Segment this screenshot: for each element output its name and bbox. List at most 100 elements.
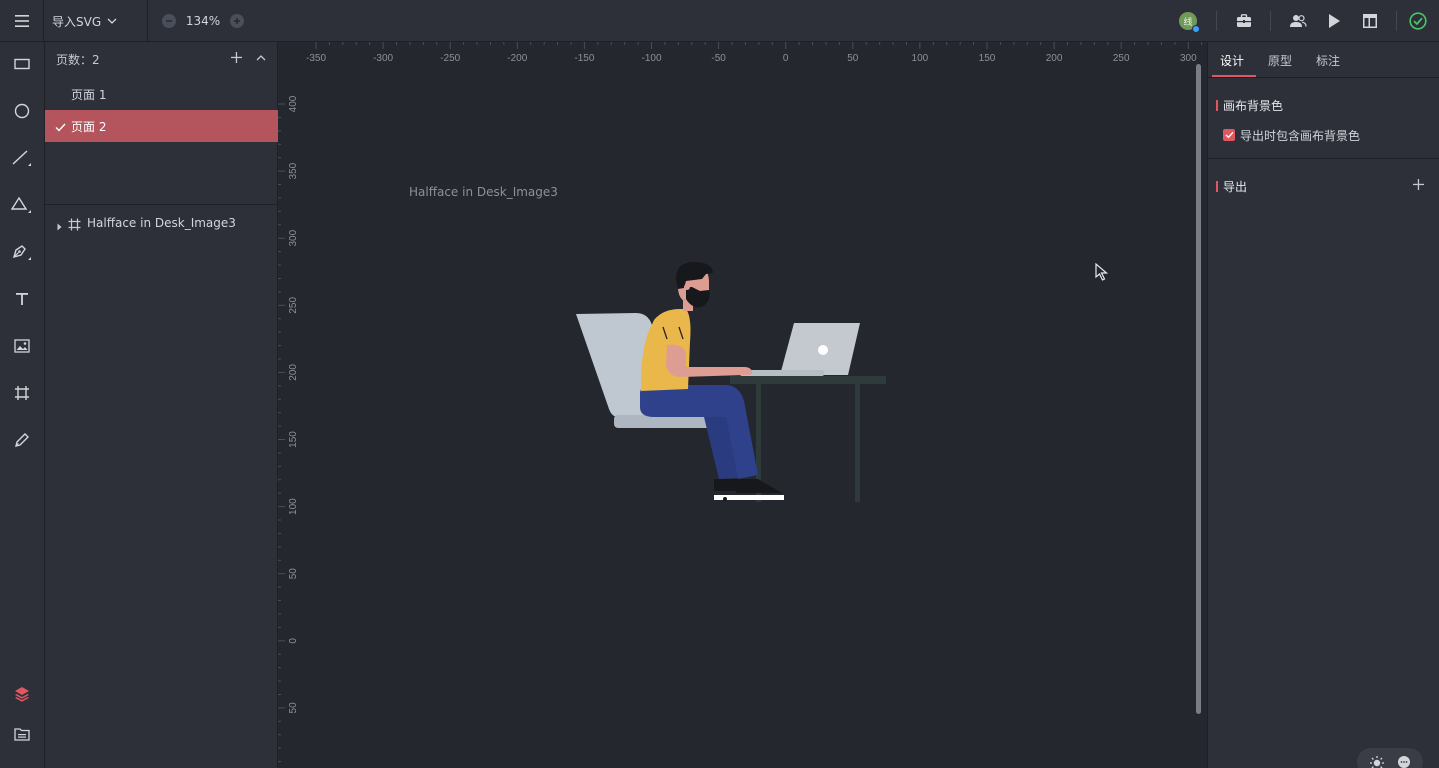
layout-button[interactable] bbox=[1360, 11, 1380, 31]
pen-icon bbox=[12, 245, 31, 260]
illustration-person-at-desk[interactable] bbox=[568, 257, 888, 507]
ruler-tick-label: 200 bbox=[1046, 53, 1063, 64]
text-tool[interactable] bbox=[0, 284, 44, 314]
ellipse-tool[interactable] bbox=[0, 96, 44, 126]
include-bg-label: 导出时包含画布背景色 bbox=[1240, 129, 1361, 143]
export-title: 导出 bbox=[1223, 180, 1248, 194]
page-item-1[interactable]: 页面 1 bbox=[45, 78, 278, 110]
ruler-tick-label: -150 bbox=[574, 53, 594, 64]
export-section-title: 导出 bbox=[1216, 178, 1247, 195]
person-head bbox=[675, 262, 713, 311]
assets-icon bbox=[14, 728, 30, 741]
right-panel: 设计 原型 标注 画布背景色 导出时包含画布背景色 导出 bbox=[1207, 42, 1439, 768]
ellipse-icon bbox=[14, 103, 30, 119]
ruler-tick-label: 50 bbox=[288, 702, 299, 714]
zoom-in-icon[interactable] bbox=[230, 14, 244, 28]
user-avatar[interactable]: 线 bbox=[1178, 11, 1200, 33]
menu-button[interactable] bbox=[0, 0, 44, 42]
toolbar-divider bbox=[147, 0, 148, 42]
chat-icon[interactable] bbox=[1397, 755, 1411, 768]
ruler-tick-label: 250 bbox=[1113, 53, 1130, 64]
page-count-label: 页数：2 bbox=[56, 52, 100, 67]
canvas-area[interactable]: -350 -300 -250 -200 -150 -100 -50 0 50 100 150 200 2… bbox=[278, 42, 1207, 768]
briefcase-icon bbox=[1237, 14, 1251, 27]
import-svg-dropdown[interactable]: 导入SVG bbox=[52, 0, 117, 42]
include-bg-checkbox[interactable] bbox=[1223, 129, 1235, 141]
caret-right-icon[interactable] bbox=[57, 220, 62, 234]
canvas-bg-title: 画布背景色 bbox=[1223, 99, 1284, 113]
play-icon bbox=[1329, 14, 1340, 28]
triangle-tool[interactable] bbox=[0, 190, 44, 220]
artboard-label[interactable]: Halfface in Desk_Image3 bbox=[409, 185, 558, 199]
image-tool[interactable] bbox=[0, 331, 44, 361]
layers-button[interactable] bbox=[0, 679, 44, 709]
triangle-icon bbox=[11, 196, 31, 213]
ruler-tick-label: 350 bbox=[288, 162, 299, 179]
plus-icon bbox=[231, 52, 242, 63]
pen-tool[interactable] bbox=[0, 237, 44, 267]
pages-layers-panel: 页数：2 页面 1 页面 2 Halfface in Desk_Image3 bbox=[45, 42, 278, 768]
layout-icon bbox=[1363, 14, 1377, 28]
ruler-tick-label: 150 bbox=[979, 53, 996, 64]
top-bar: 导入SVG 134% 线 bbox=[0, 0, 1439, 42]
chevron-down-icon bbox=[107, 18, 117, 24]
cursor-icon bbox=[1095, 262, 1109, 281]
ruler-tick-label: 100 bbox=[912, 53, 929, 64]
online-status-dot bbox=[1192, 25, 1200, 33]
sun-icon[interactable] bbox=[1369, 755, 1385, 768]
add-export-button[interactable] bbox=[1413, 179, 1424, 193]
ruler-tick-label: 400 bbox=[288, 95, 299, 112]
ruler-tick-label: -100 bbox=[641, 53, 661, 64]
page-label: 页面 2 bbox=[71, 119, 107, 134]
preview-play-button[interactable] bbox=[1324, 11, 1344, 31]
tab-design[interactable]: 设计 bbox=[1220, 52, 1244, 69]
ruler-tick-label: 200 bbox=[288, 364, 299, 381]
tab-prototype[interactable]: 原型 bbox=[1268, 52, 1292, 69]
menu-icon bbox=[14, 15, 29, 27]
panel-tabs: 设计 原型 标注 bbox=[1208, 42, 1439, 78]
person-shoes bbox=[714, 479, 784, 501]
page-item-2[interactable]: 页面 2 bbox=[45, 110, 278, 142]
active-tab-indicator bbox=[1212, 75, 1256, 77]
pencil-tool[interactable] bbox=[0, 425, 44, 455]
check-circle-icon bbox=[1409, 12, 1427, 30]
tab-annotation[interactable]: 标注 bbox=[1316, 52, 1340, 69]
ruler-tick-label: 300 bbox=[1180, 53, 1197, 64]
line-tool[interactable] bbox=[0, 143, 44, 173]
check-icon bbox=[1225, 131, 1234, 139]
artboard-icon bbox=[15, 386, 29, 400]
assets-button[interactable] bbox=[0, 719, 44, 749]
zoom-out-icon[interactable] bbox=[162, 14, 176, 28]
layers-icon bbox=[15, 687, 29, 702]
ruler-tick-label: 150 bbox=[288, 431, 299, 448]
collapse-pages-button[interactable] bbox=[256, 52, 266, 66]
person-legs bbox=[640, 385, 758, 479]
bottom-controls bbox=[1357, 748, 1423, 768]
ruler-tick-label: 100 bbox=[288, 498, 299, 515]
vertical-ruler: 400 350 300 250 200 150 100 50 0 50 bbox=[278, 42, 300, 768]
toolbox-button[interactable] bbox=[1234, 11, 1254, 31]
pages-header: 页数：2 bbox=[45, 42, 278, 76]
plus-icon bbox=[1413, 179, 1424, 190]
chevron-up-icon bbox=[256, 55, 266, 61]
avatar-text: 线 bbox=[1183, 17, 1193, 28]
layer-item-frame[interactable]: Halfface in Desk_Image3 bbox=[45, 212, 278, 236]
section-accent-bar bbox=[1216, 181, 1218, 192]
rectangle-tool[interactable] bbox=[0, 49, 44, 79]
zoom-value[interactable]: 134% bbox=[176, 14, 230, 28]
left-toolbar bbox=[0, 42, 45, 768]
artboard-tool[interactable] bbox=[0, 378, 44, 408]
save-status[interactable] bbox=[1408, 11, 1428, 31]
collaborators-button[interactable] bbox=[1288, 11, 1308, 31]
section-accent-bar bbox=[1216, 100, 1218, 111]
frame-icon bbox=[68, 218, 81, 234]
ruler-tick-label: 50 bbox=[288, 568, 299, 580]
page-label: 页面 1 bbox=[71, 87, 107, 102]
toolbar-divider bbox=[1396, 11, 1397, 31]
vertical-scrollbar[interactable] bbox=[1196, 64, 1201, 714]
ruler-tick-label: 0 bbox=[288, 638, 299, 644]
add-page-button[interactable] bbox=[231, 52, 242, 66]
laptop-illustration bbox=[740, 323, 860, 376]
ruler-tick-label: -350 bbox=[306, 53, 326, 64]
ruler-tick-label: -200 bbox=[507, 53, 527, 64]
